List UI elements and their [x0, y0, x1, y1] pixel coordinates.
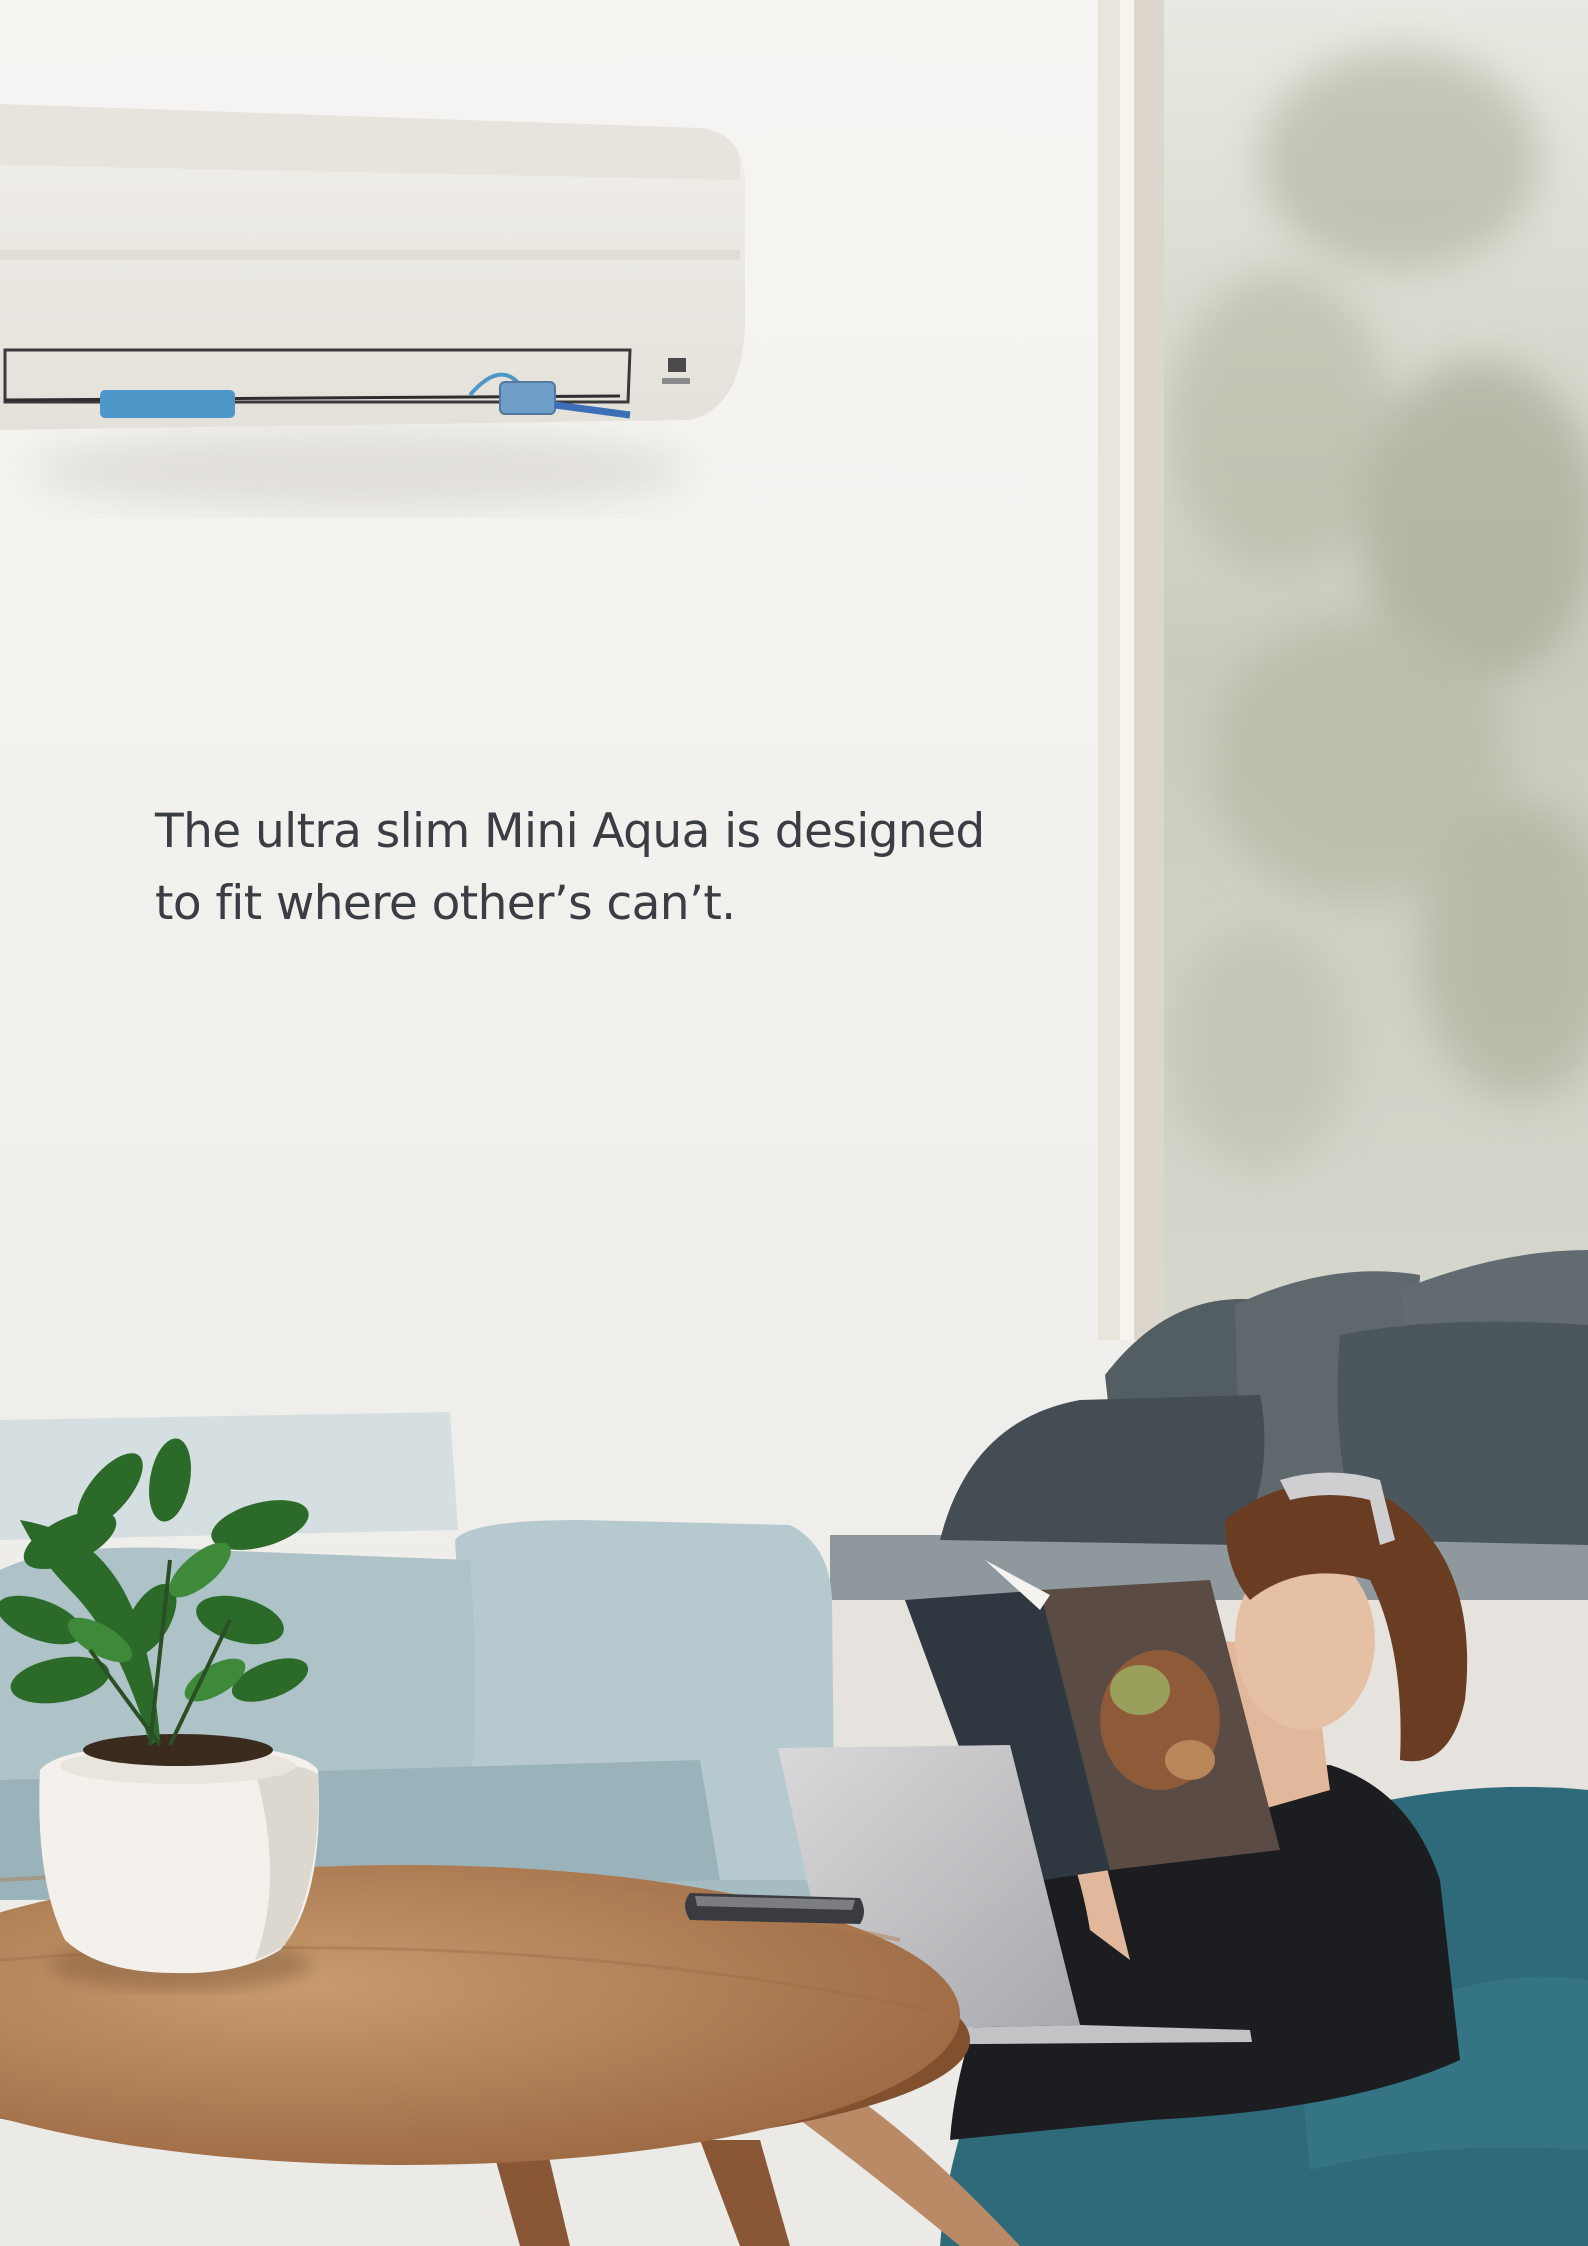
headline-line-2: to fit where other’s can’t. — [155, 876, 736, 931]
headline: The ultra slim Mini Aqua is designed to … — [155, 796, 1015, 940]
room-photo — [0, 0, 1588, 2246]
phone — [685, 1893, 864, 1924]
headline-line-1: The ultra slim Mini Aqua is designed — [155, 804, 985, 859]
air-conditioner — [0, 104, 745, 510]
window — [1098, 0, 1588, 1340]
